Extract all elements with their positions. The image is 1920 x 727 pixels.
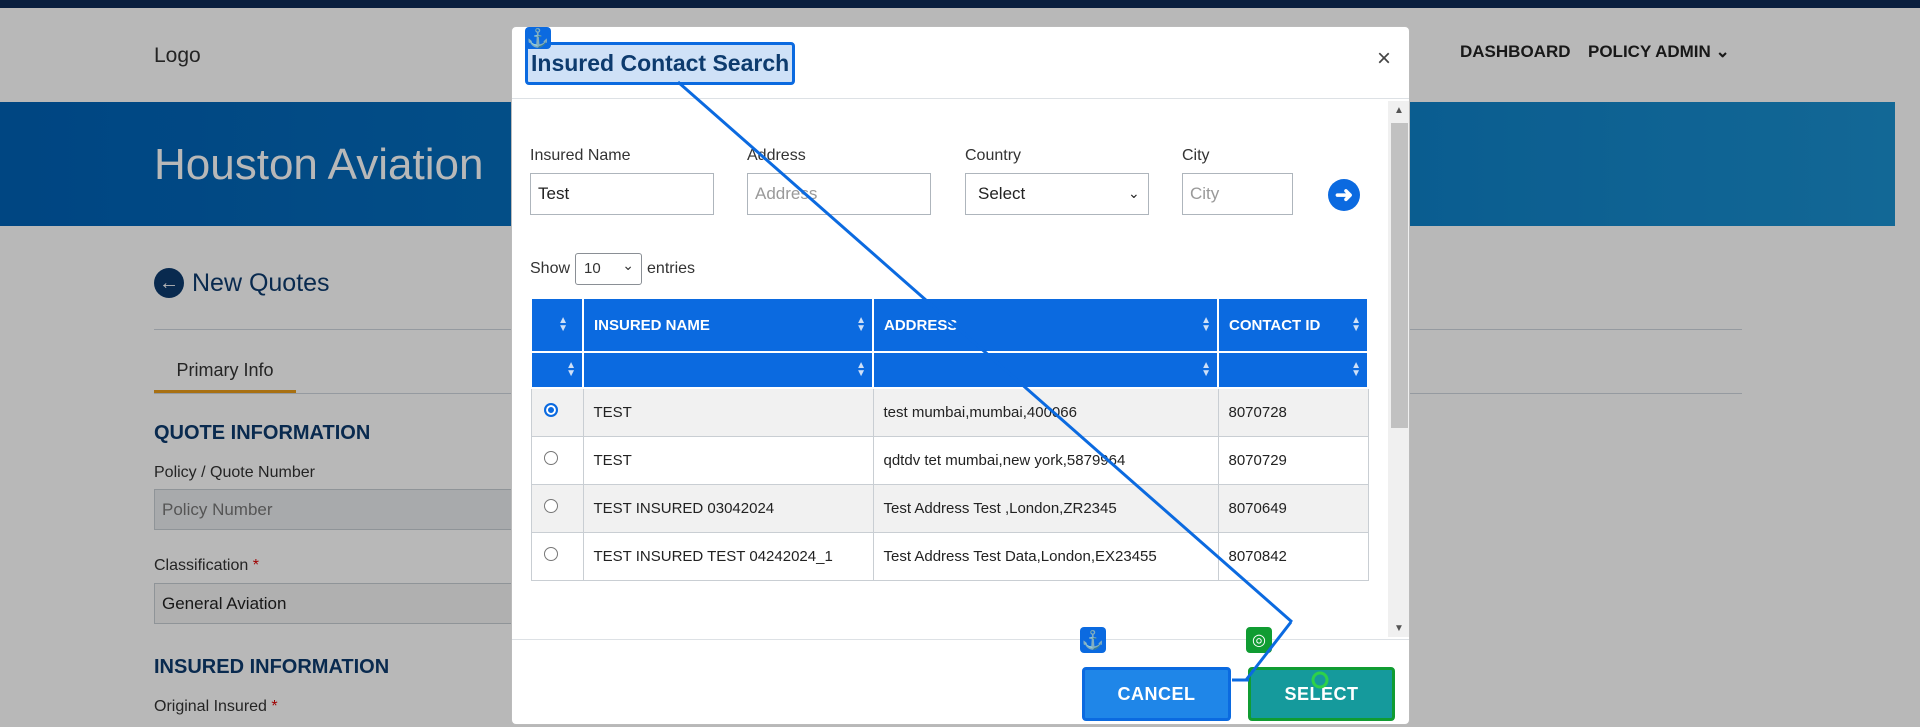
- cell-contact-id: 8070728: [1217, 387, 1369, 437]
- column-filter-insured-name[interactable]: ▲ ▼: [582, 351, 874, 389]
- cell-address: qdtdv tet mumbai,new york,5879964: [872, 435, 1219, 485]
- cell-insured-name: TEST INSURED TEST 04242024_1: [582, 531, 874, 581]
- cell-address: Test Address Test Data,London,EX23455: [872, 531, 1219, 581]
- cell-contact-id: 8070729: [1217, 435, 1369, 485]
- insured-contact-search-modal: Insured Contact Search × ⚓ Insured Name …: [511, 26, 1410, 725]
- cell-address: Test Address Test ,London,ZR2345: [872, 483, 1219, 533]
- column-header-insured-name[interactable]: INSURED NAME ▲ ▼: [582, 297, 874, 353]
- sort-icon: ▲ ▼: [566, 360, 576, 379]
- column-header-label: ADDRESS: [884, 316, 958, 334]
- cell-insured-name: TEST: [582, 387, 874, 437]
- column-header-label: INSURED NAME: [594, 316, 710, 334]
- anchor-icon: ⚓: [1080, 627, 1106, 653]
- row-radio[interactable]: [543, 451, 558, 465]
- column-header-contact-id[interactable]: CONTACT ID ▲ ▼: [1217, 297, 1369, 353]
- row-radio-cell: [530, 435, 584, 485]
- column-header-label: CONTACT ID: [1229, 316, 1321, 334]
- column-filter-select[interactable]: ▲ ▼: [530, 351, 584, 389]
- anchor-icon: ⚓: [525, 27, 551, 49]
- arrow-right-circle-icon[interactable]: ➜: [1328, 179, 1360, 211]
- row-radio[interactable]: [543, 499, 558, 513]
- results-table: ▲ ▼ INSURED NAME ▲ ▼ ADDRESS ▲ ▼ CONTACT ID ▲ ▼…: [530, 297, 1369, 581]
- city-label: City: [1182, 147, 1210, 164]
- modal-body: Insured Name Test Address Address Countr…: [512, 99, 1388, 639]
- insured-name-label: Insured Name: [530, 147, 631, 164]
- scroll-up-icon[interactable]: ▲: [1394, 105, 1404, 116]
- chevron-down-icon: ⌄: [1128, 185, 1140, 201]
- table-row[interactable]: TEST qdtdv tet mumbai,new york,5879964 8…: [530, 435, 1369, 485]
- sort-icon: ▲ ▼: [856, 315, 866, 334]
- address-label: Address: [747, 147, 806, 164]
- show-label: Show: [530, 260, 571, 277]
- scrollbar-thumb[interactable]: [1391, 123, 1408, 428]
- sort-icon: ▲ ▼: [1351, 360, 1361, 379]
- table-row[interactable]: TEST INSURED 03042024 Test Address Test …: [530, 483, 1369, 533]
- entries-select-value: 10: [584, 260, 601, 277]
- column-filter-address[interactable]: ▲ ▼: [872, 351, 1219, 389]
- modal-title: Insured Contact Search: [525, 42, 796, 85]
- table-header-row: ▲ ▼ INSURED NAME ▲ ▼ ADDRESS ▲ ▼ CONTACT ID ▲ ▼: [530, 297, 1369, 353]
- chevron-down-icon: ⌄: [622, 257, 635, 273]
- country-label: Country: [965, 147, 1022, 164]
- modal-header: Insured Contact Search ×: [512, 27, 1409, 99]
- city-input[interactable]: City: [1182, 173, 1293, 215]
- row-radio[interactable]: [543, 547, 558, 561]
- entries-select[interactable]: 10 ⌄: [575, 253, 643, 285]
- table-row[interactable]: TEST test mumbai,mumbai,400066 8070728: [530, 387, 1369, 437]
- cancel-button[interactable]: CANCEL: [1082, 667, 1231, 721]
- table-row[interactable]: TEST INSURED TEST 04242024_1 Test Addres…: [530, 531, 1369, 581]
- column-header-select[interactable]: ▲ ▼: [530, 297, 584, 353]
- row-radio-cell: [530, 387, 584, 437]
- cell-address: test mumbai,mumbai,400066: [872, 387, 1219, 437]
- address-input[interactable]: Address: [747, 173, 931, 215]
- table-filter-row: ▲ ▼ ▲ ▼ ▲ ▼ ▲ ▼: [530, 351, 1369, 389]
- country-select[interactable]: Select: [965, 173, 1149, 215]
- entries-label: entries: [647, 260, 696, 277]
- modal-scrollbar[interactable]: ▲ ▼: [1388, 101, 1409, 637]
- sort-icon: ▲ ▼: [1351, 315, 1361, 334]
- sort-icon: ▲ ▼: [558, 315, 568, 334]
- sort-icon: ▲ ▼: [856, 360, 866, 379]
- row-radio-cell: [530, 531, 584, 581]
- column-header-address[interactable]: ADDRESS ▲ ▼: [872, 297, 1219, 353]
- cell-insured-name: TEST INSURED 03042024: [582, 483, 874, 533]
- row-radio-cell: [530, 483, 584, 533]
- insured-name-input[interactable]: Test: [530, 173, 714, 215]
- sort-icon: ▲ ▼: [1201, 360, 1211, 379]
- sort-icon: ▲ ▼: [1201, 315, 1211, 334]
- close-icon[interactable]: ×: [1377, 45, 1391, 73]
- target-icon: ◎: [1246, 627, 1272, 653]
- row-radio[interactable]: [543, 403, 558, 418]
- column-filter-contact-id[interactable]: ▲ ▼: [1217, 351, 1369, 389]
- scroll-down-icon[interactable]: ▼: [1394, 623, 1404, 634]
- select-button[interactable]: SELECT: [1248, 667, 1395, 721]
- cell-contact-id: 8070649: [1217, 483, 1369, 533]
- cell-contact-id: 8070842: [1217, 531, 1369, 581]
- country-select-value: Select: [978, 184, 1026, 203]
- cell-insured-name: TEST: [582, 435, 874, 485]
- page-length-control: Show 10 ⌄ entries: [530, 253, 695, 285]
